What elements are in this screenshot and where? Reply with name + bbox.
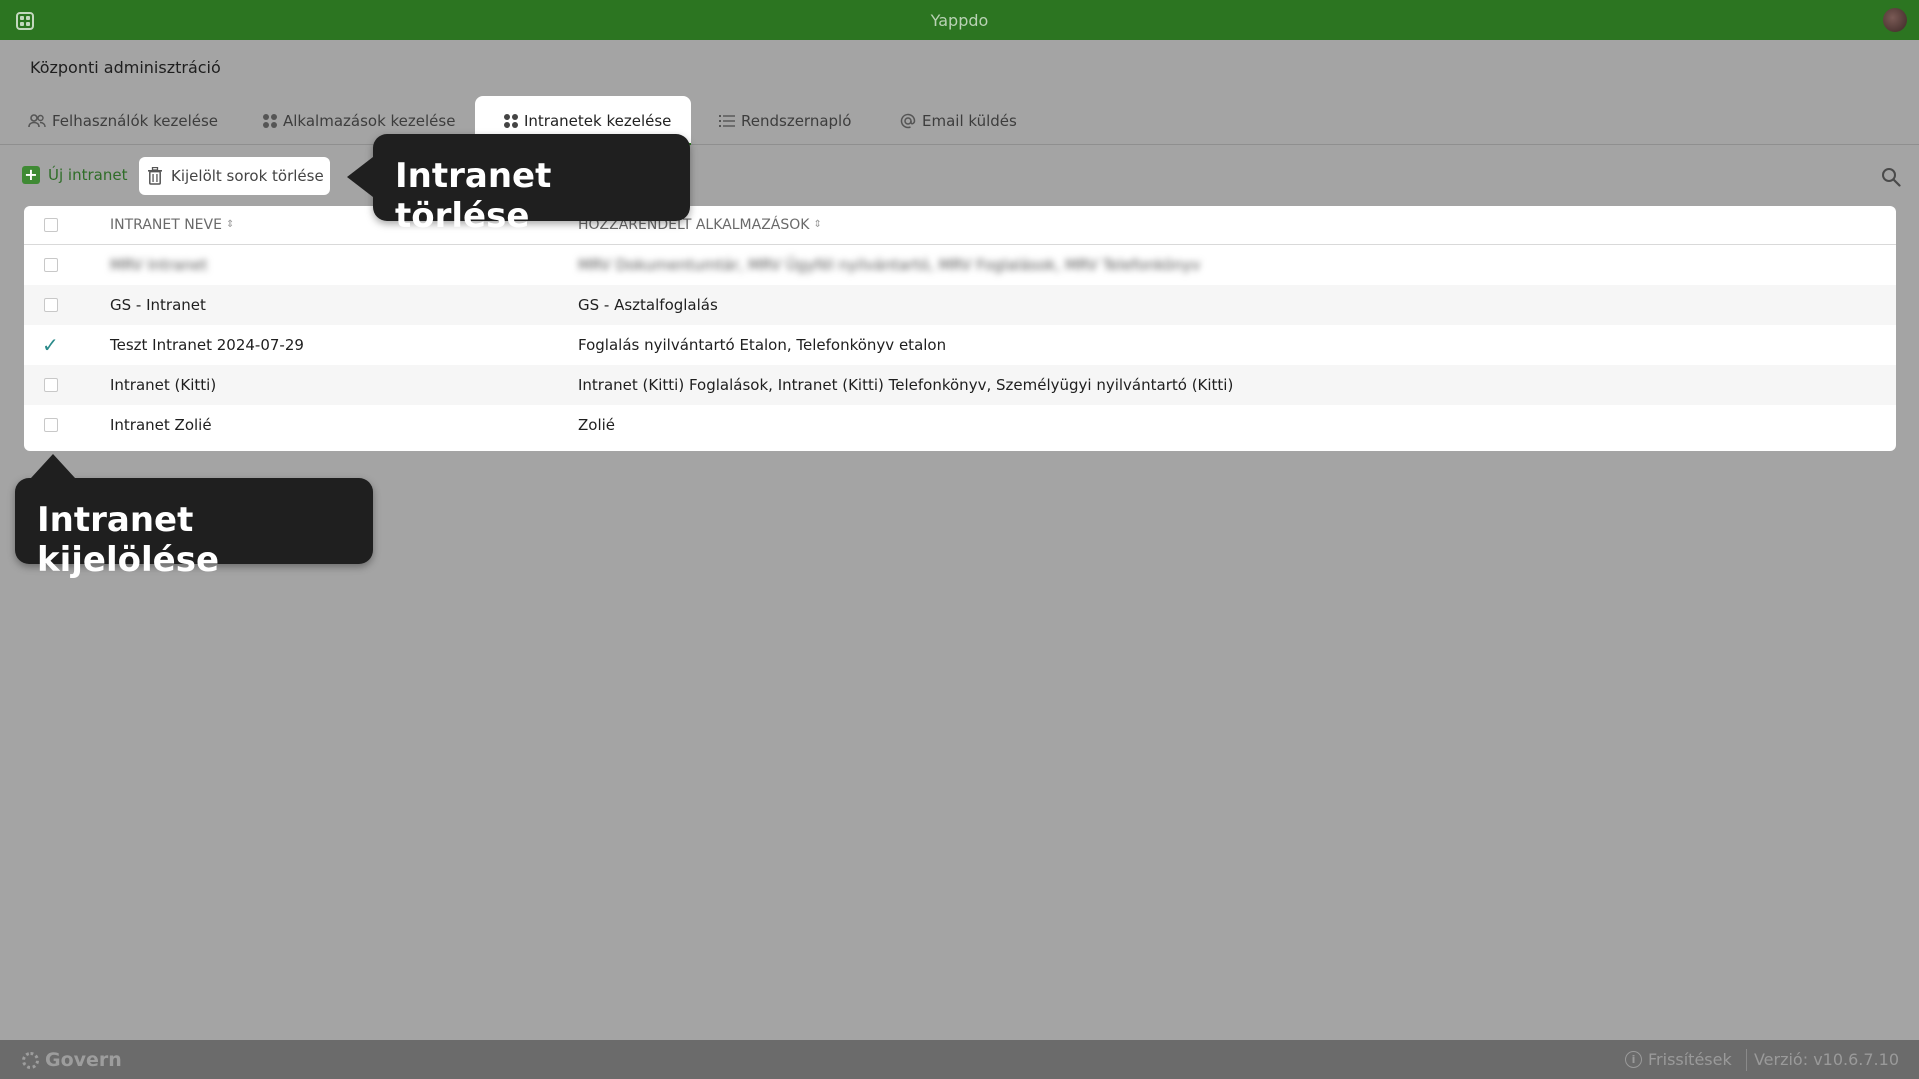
tab-label: Intranetek kezelése [524,111,672,130]
sort-icon: ⇕ [813,219,822,230]
trash-icon [148,167,162,185]
table-row[interactable]: GS - Intranet GS - Asztalfoglalás [24,285,1896,325]
assigned-apps: Intranet (Kitti) Foglalások, Intranet (K… [578,376,1234,394]
apps-icon [263,113,277,128]
column-header-name[interactable]: INTRANET NEVE ⇕ [110,217,234,233]
tab-system-log[interactable]: Rendszernapló [705,96,865,145]
intranet-name: Teszt Intranet 2024-07-29 [110,336,304,354]
select-tooltip-callout: Intranet kijelölése [15,454,373,580]
brand-logo: Govern [22,1049,122,1071]
row-checkbox[interactable] [44,298,58,312]
assigned-apps: Zolié [578,416,616,434]
row-checkbox[interactable] [44,418,58,432]
table-row[interactable]: MRV Intranet MRV Dokumentumtár, MRV Ügyf… [24,245,1896,285]
divider [1746,1049,1747,1071]
page-title: Központi adminisztráció [30,58,221,77]
admin-tabs: Felhasználók kezelése Alkalmazások kezel… [0,96,1919,145]
table-row[interactable]: Intranet (Kitti) Intranet (Kitti) Foglal… [24,365,1896,405]
info-icon: i [1625,1051,1642,1068]
user-avatar[interactable] [1883,8,1907,32]
assigned-apps: Foglalás nyilvántartó Etalon, Telefonkön… [578,336,947,354]
row-checkbox[interactable] [44,258,58,272]
delete-selected-button[interactable]: Kijelölt sorok törlése [139,157,330,195]
status-bar: Govern i Frissítések Verzió: v10.6.7.10 [0,1040,1919,1079]
updates-link[interactable]: i Frissítések [1625,1050,1732,1069]
app-title: Yappdo [930,11,989,30]
table-row[interactable]: Intranet Zolié Zolié [24,405,1896,445]
sort-icon: ⇕ [225,219,235,230]
version-label: Verzió: v10.6.7.10 [1753,1050,1899,1069]
callout-arrow [347,157,373,197]
tab-users[interactable]: Felhasználók kezelése [14,96,232,145]
table-header: INTRANET NEVE ⇕ HOZZÁRENDELT ALKALMAZÁSO… [24,206,1896,245]
callout-text: Intranet kijelölése [37,500,220,580]
assigned-apps: MRV Dokumentumtár, MRV Ügyfél nyilvántar… [578,256,1201,274]
title-bar: Yappdo [0,0,1919,40]
checkmark-icon[interactable]: ✓ [42,333,59,357]
callout-arrow [31,454,75,478]
intranets-table: INTRANET NEVE ⇕ HOZZÁRENDELT ALKALMAZÁSO… [24,206,1896,451]
users-icon [28,113,46,127]
table-row[interactable]: ✓ Teszt Intranet 2024-07-29 Foglalás nyi… [24,325,1896,365]
callout-text: Intranet törlése [395,156,552,236]
plus-icon: + [22,166,40,184]
apps-icon [504,113,518,128]
row-checkbox[interactable] [44,378,58,392]
tab-label: Rendszernapló [741,111,852,130]
tab-label: Felhasználók kezelése [52,111,219,130]
list-icon [719,114,735,127]
intranet-name: MRV Intranet [110,256,208,274]
intranet-name: Intranet Zolié [110,416,212,434]
tab-label: Alkalmazások kezelése [283,111,456,130]
assigned-apps: GS - Asztalfoglalás [578,296,718,314]
intranet-name: Intranet (Kitti) [110,376,217,394]
select-all-checkbox[interactable] [44,218,58,232]
tab-email[interactable]: Email küldés [886,96,1031,145]
delete-tooltip-callout: Intranet törlése [347,134,690,236]
govern-logo-icon [22,1051,39,1069]
toolbar: + Új intranet Kijelölt sorok törlése [0,155,1919,197]
search-icon[interactable] [1881,167,1901,187]
new-intranet-button[interactable]: + Új intranet [22,159,127,191]
intranet-name: GS - Intranet [110,296,206,314]
at-icon [900,113,916,128]
tab-label: Email küldés [922,111,1017,130]
new-intranet-label: Új intranet [48,166,128,184]
delete-selected-label: Kijelölt sorok törlése [171,167,324,185]
